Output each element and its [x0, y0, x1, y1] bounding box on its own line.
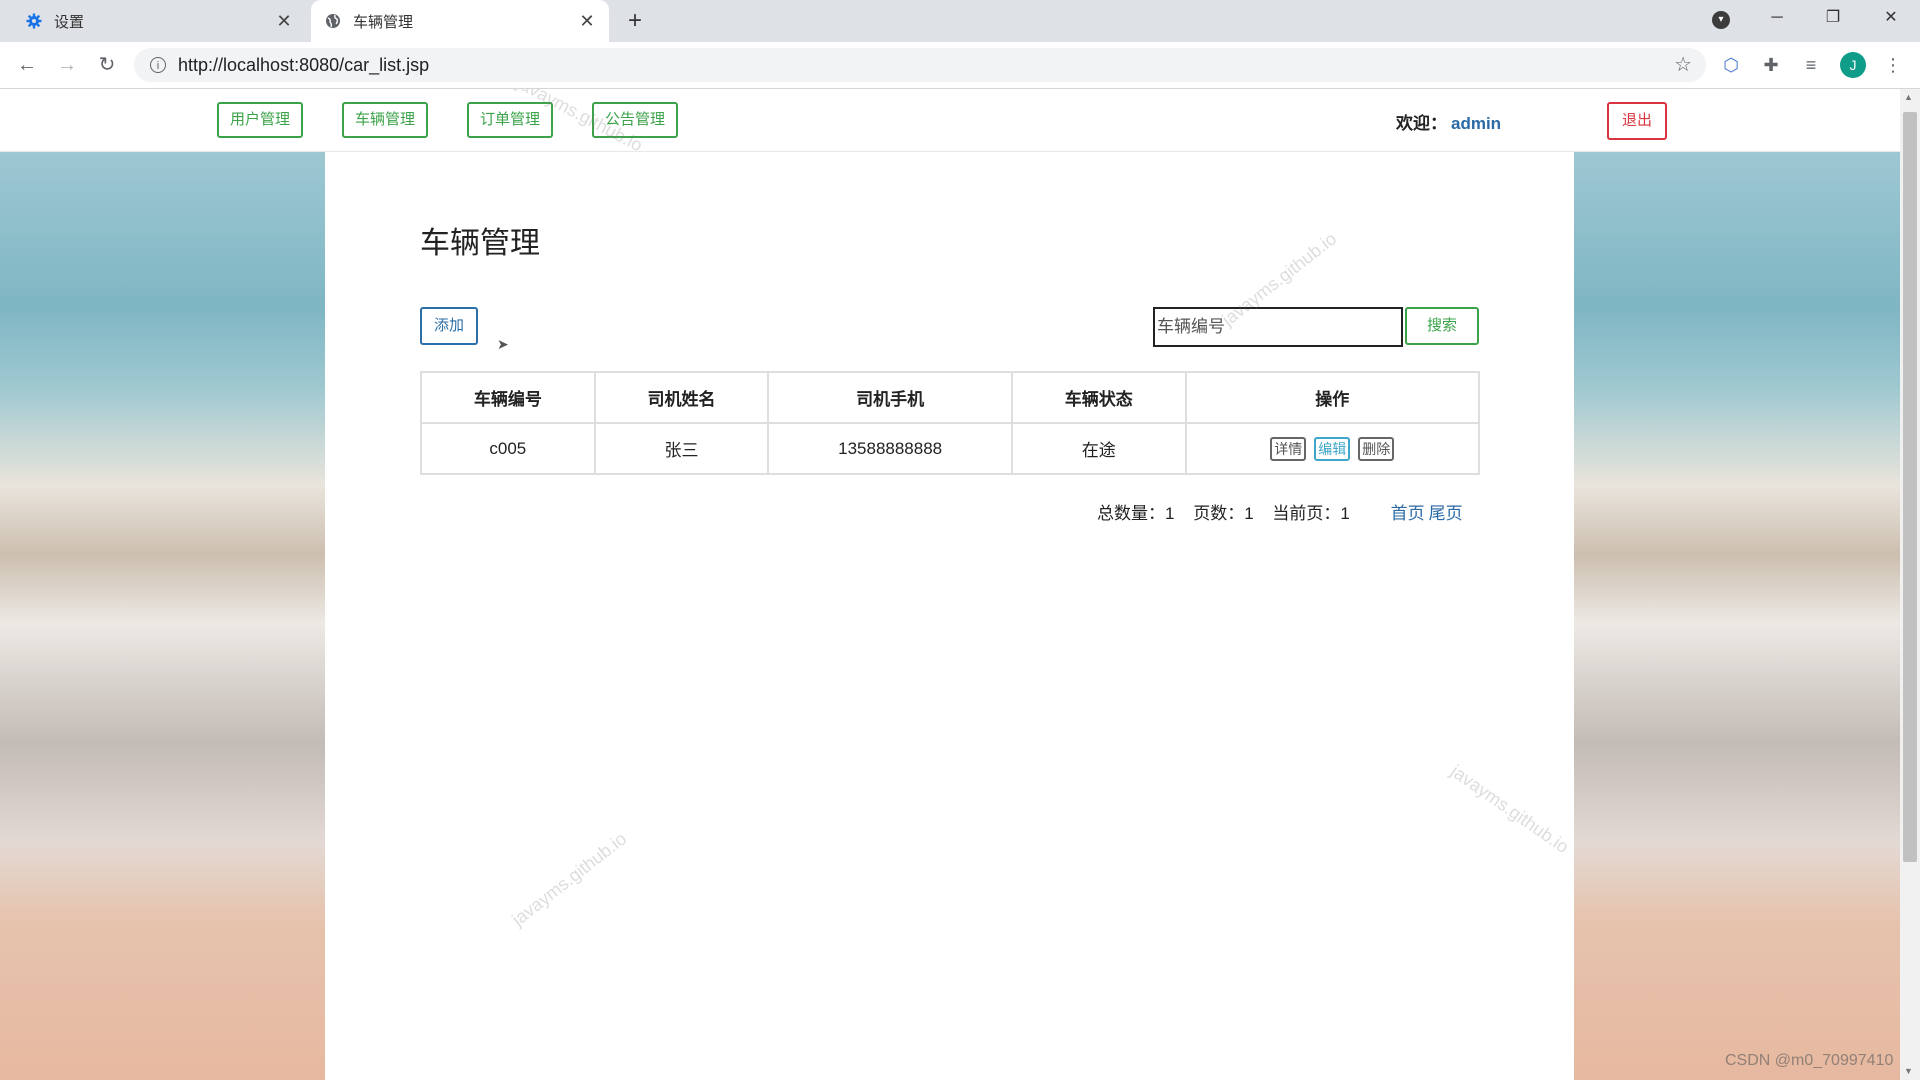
address-bar[interactable]: i http://localhost:8080/car_list.jsp ☆	[134, 48, 1706, 82]
tab-car-management[interactable]: 车辆管理 ✕	[311, 0, 609, 42]
header-driver-name: 司机姓名	[593, 371, 770, 424]
scrollbar-thumb[interactable]	[1903, 112, 1917, 862]
avatar[interactable]: J	[1840, 52, 1866, 78]
csdn-watermark: CSDN @m0_70997410	[1725, 1052, 1894, 1069]
pagination: 总数量：1 页数：1 当前页：1 首页 尾页	[1097, 499, 1467, 524]
cell-status: 在途	[1010, 422, 1187, 475]
top-nav: 用户管理 车辆管理 订单管理 公告管理 欢迎： admin 退出	[0, 89, 1900, 152]
logout-button[interactable]: 退出	[1607, 102, 1667, 140]
welcome-label: 欢迎：	[1396, 114, 1447, 133]
header-driver-phone: 司机手机	[767, 371, 1013, 424]
tab-title: 车辆管理	[353, 13, 414, 31]
header-car-no: 车辆编号	[420, 371, 596, 424]
extension-icon[interactable]: ⬡	[1718, 52, 1744, 78]
scroll-up-icon[interactable]: ▲	[1904, 92, 1913, 102]
table-header-row: 车辆编号 司机姓名 司机手机 车辆状态 操作	[420, 371, 1481, 424]
reload-icon[interactable]: ↻	[92, 50, 122, 80]
restore-button[interactable]: ❐	[1810, 0, 1856, 36]
close-icon[interactable]: ✕	[274, 11, 294, 32]
page-count: 页数：1	[1193, 504, 1254, 523]
back-icon[interactable]: ←	[12, 50, 42, 80]
car-table: 车辆编号 司机姓名 司机手机 车辆状态 操作 c005 张三 135888888…	[420, 371, 1481, 475]
add-button[interactable]: 添加	[420, 307, 478, 345]
nav-car-management[interactable]: 车辆管理	[342, 102, 428, 138]
cell-driver-name: 张三	[593, 422, 770, 475]
welcome-text: 欢迎： admin	[1396, 109, 1501, 134]
page-viewport: 用户管理 车辆管理 订单管理 公告管理 欢迎： admin 退出 车辆管理 添加 …	[0, 89, 1900, 1080]
username: admin	[1451, 114, 1502, 133]
globe-icon	[326, 14, 340, 28]
puzzle-icon[interactable]: ✚	[1758, 52, 1784, 78]
cell-driver-phone: 13588888888	[767, 422, 1013, 475]
first-page-link[interactable]: 首页	[1391, 504, 1425, 523]
tab-search-icon[interactable]: ▾	[1712, 11, 1730, 29]
detail-button[interactable]: 详情	[1270, 436, 1307, 461]
total-count: 总数量：1	[1097, 504, 1175, 523]
info-icon[interactable]: i	[150, 57, 166, 73]
delete-button[interactable]: 删除	[1358, 436, 1395, 461]
header-actions: 操作	[1184, 371, 1481, 424]
forward-icon[interactable]: →	[52, 50, 82, 80]
mouse-cursor-icon: ➤	[497, 336, 509, 352]
nav-order-management[interactable]: 订单管理	[467, 102, 553, 138]
new-tab-button[interactable]: +	[620, 6, 650, 36]
browser-toolbar: ← → ↻ i http://localhost:8080/car_list.j…	[0, 42, 1920, 89]
tab-settings[interactable]: 设置 ✕	[0, 0, 306, 42]
gear-icon	[26, 13, 42, 29]
last-page-link[interactable]: 尾页	[1429, 504, 1463, 523]
star-icon[interactable]: ☆	[1674, 52, 1692, 77]
main-content: 车辆管理 添加 ➤ 搜索 车辆编号 司机姓名 司机手机 车辆状态 操作 c005	[325, 152, 1574, 1080]
header-status: 车辆状态	[1010, 371, 1187, 424]
table-row: c005 张三 13588888888 在途 详情 编辑 删除	[420, 422, 1481, 475]
window-close-button[interactable]: ✕	[1868, 0, 1914, 36]
tab-bar: 设置 ✕ 车辆管理 ✕ + ▾ ─ ❐ ✕	[0, 0, 1920, 42]
page-title: 车辆管理	[420, 227, 540, 260]
close-icon[interactable]: ✕	[577, 11, 597, 32]
url-text: http://localhost:8080/car_list.jsp	[178, 54, 430, 75]
edit-button[interactable]: 编辑	[1314, 436, 1351, 461]
menu-icon[interactable]: ⋮	[1880, 52, 1906, 78]
media-icon[interactable]: ≡	[1798, 52, 1824, 78]
search-input[interactable]	[1153, 307, 1403, 347]
tab-title: 设置	[54, 13, 85, 31]
cell-actions: 详情 编辑 删除	[1184, 422, 1481, 475]
search-button[interactable]: 搜索	[1405, 307, 1479, 345]
nav-user-management[interactable]: 用户管理	[217, 102, 303, 138]
scroll-down-icon[interactable]: ▼	[1904, 1066, 1913, 1076]
cell-car-no: c005	[420, 422, 596, 475]
minimize-button[interactable]: ─	[1754, 0, 1800, 36]
current-page: 当前页：1	[1272, 504, 1350, 523]
